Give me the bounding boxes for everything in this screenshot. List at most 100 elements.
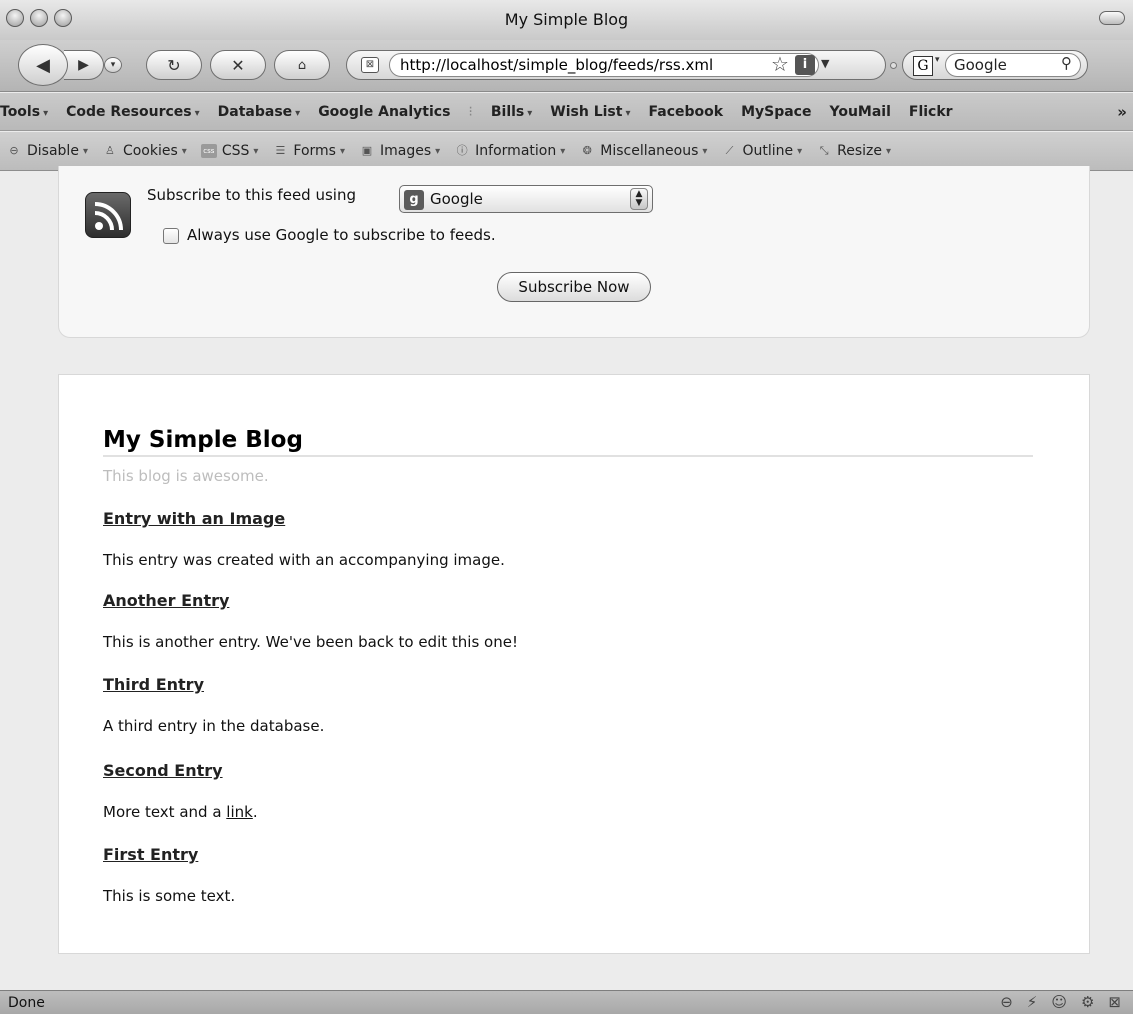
toolbar-toggle-button[interactable] xyxy=(1099,11,1125,25)
bookmark-tools[interactable]: Tools ▾ xyxy=(0,104,48,120)
dev-menu-css[interactable]: css CSS ▾ xyxy=(200,143,259,159)
validator-icon[interactable]: ⊠ xyxy=(1108,993,1121,1011)
images-icon: ▣ xyxy=(361,144,373,157)
status-text: Done xyxy=(8,995,45,1011)
home-icon: ⌂ xyxy=(297,57,307,73)
bookmark-star-icon[interactable]: ☆ xyxy=(771,52,789,76)
outline-icon: ⟋ xyxy=(725,144,734,157)
entry-body: This entry was created with an accompany… xyxy=(103,551,505,569)
bookmark-facebook[interactable]: Facebook xyxy=(649,104,724,120)
bookmark-google-analytics[interactable]: Google Analytics xyxy=(318,104,450,120)
chevron-down-icon: ▾ xyxy=(885,145,892,157)
page-content: Subscribe to this feed using g Google ▲ ▼… xyxy=(0,166,1133,990)
address-bar: ⊠ http://localhost/simple_blog/feeds/rss… xyxy=(346,50,886,80)
dev-menu-forms[interactable]: ☰ Forms ▾ xyxy=(272,143,345,159)
search-engine-icon[interactable]: G xyxy=(913,56,933,76)
entry-body: This is another entry. We've been back t… xyxy=(103,633,518,651)
home-button[interactable]: ⌂ xyxy=(274,50,330,80)
url-dropdown-icon[interactable]: ▼ xyxy=(821,57,829,70)
history-dropdown-button[interactable]: ▾ xyxy=(104,57,122,73)
info-icon[interactable]: i xyxy=(795,55,815,75)
chevron-down-icon: ▾ xyxy=(339,145,345,157)
chevron-down-icon: ▾ xyxy=(527,107,533,119)
forward-icon: ▶ xyxy=(78,57,89,73)
google-reader-icon: g xyxy=(404,190,424,210)
status-bar: Done ⊖ ⚡ ☺ ⚙ ⊠ xyxy=(0,990,1133,1014)
feed-title: My Simple Blog xyxy=(103,427,1033,457)
chevron-down-icon: ▾ xyxy=(82,145,88,157)
entry-title-link[interactable]: Another Entry xyxy=(103,591,229,610)
reload-button[interactable]: ↻ xyxy=(146,50,202,80)
entry-title-link[interactable]: First Entry xyxy=(103,845,198,864)
back-button[interactable]: ◀ xyxy=(18,44,68,86)
dev-menu-miscellaneous[interactable]: ❂ Miscellaneous ▾ xyxy=(579,143,708,159)
chevron-down-icon: ▾ xyxy=(110,60,116,70)
inline-link[interactable]: link xyxy=(226,803,253,821)
forward-button[interactable]: ▶ xyxy=(64,50,104,80)
information-icon: ⓘ xyxy=(456,144,468,157)
bookmark-wish-list[interactable]: Wish List ▾ xyxy=(550,104,630,120)
resize-icon: ⤡ xyxy=(819,144,829,157)
dev-menu-disable[interactable]: ⊖ Disable ▾ xyxy=(6,143,88,159)
back-icon: ◀ xyxy=(36,54,50,76)
bookmark-flickr[interactable]: Flickr xyxy=(909,104,953,120)
bookmark-code-resources[interactable]: Code Resources ▾ xyxy=(66,104,200,120)
feed-preview: My Simple Blog This blog is awesome. Ent… xyxy=(58,374,1090,954)
window-titlebar: My Simple Blog xyxy=(0,0,1133,40)
bookmark-separator: ⁝ xyxy=(468,103,473,120)
feed-subtitle: This blog is awesome. xyxy=(103,467,269,485)
bookmark-youmail[interactable]: YouMail xyxy=(829,104,890,120)
disable-status-icon[interactable]: ⊖ xyxy=(1000,993,1013,1011)
feed-subscribe-panel: Subscribe to this feed using g Google ▲ ▼… xyxy=(58,166,1090,338)
entry-title-link[interactable]: Third Entry xyxy=(103,675,204,694)
subscribe-now-button[interactable]: Subscribe Now xyxy=(497,272,651,302)
greasemonkey-icon[interactable]: ☺ xyxy=(1051,993,1067,1011)
entry-body: A third entry in the database. xyxy=(103,717,325,735)
search-icon[interactable]: ⚲ xyxy=(1061,54,1072,72)
miscellaneous-icon: ❂ xyxy=(582,144,592,157)
always-use-checkbox[interactable] xyxy=(163,228,179,244)
chevron-down-icon: ▾ xyxy=(295,107,301,119)
dev-menu-information[interactable]: ⓘ Information ▾ xyxy=(454,143,566,159)
chevron-down-icon: ▾ xyxy=(702,145,708,157)
firebug-icon[interactable]: ⚡ xyxy=(1027,993,1038,1011)
stop-icon: ✕ xyxy=(231,55,245,75)
bookmarks-toolbar: Tools ▾ Code Resources ▾ Database ▾ Google … xyxy=(0,93,1133,131)
resize-handle-icon[interactable] xyxy=(890,62,897,69)
rss-feed-icon xyxy=(85,192,131,238)
chevron-down-icon: ▾ xyxy=(253,145,259,157)
feed-reader-select[interactable]: g Google ▲ ▼ xyxy=(399,185,653,213)
dev-menu-resize[interactable]: ⤡ Resize ▾ xyxy=(816,143,891,159)
selected-reader: Google xyxy=(430,190,483,208)
subscribe-prompt: Subscribe to this feed using xyxy=(147,186,356,204)
stop-button[interactable]: ✕ xyxy=(210,50,266,80)
dev-menu-outline[interactable]: ⟋ Outline ▾ xyxy=(721,143,803,159)
site-icon: ⊠ xyxy=(361,57,379,73)
reload-icon: ↻ xyxy=(167,55,181,75)
select-arrows-icon: ▲ ▼ xyxy=(630,188,648,210)
disable-icon: ⊖ xyxy=(9,144,19,157)
chevron-down-icon: ▾ xyxy=(43,107,49,119)
chevron-down-icon: ▾ xyxy=(625,107,631,119)
entry-body: More text and a link. xyxy=(103,803,258,821)
status-icons: ⊖ ⚡ ☺ ⚙ ⊠ xyxy=(1000,993,1121,1011)
entry-title-link[interactable]: Entry with an Image xyxy=(103,509,285,528)
chevron-down-icon: ▾ xyxy=(435,145,441,157)
search-engine-caret-icon[interactable]: ▾ xyxy=(935,55,940,65)
forms-icon: ☰ xyxy=(275,144,286,157)
chevron-down-icon: ▾ xyxy=(560,145,566,157)
cookies-icon: ♙ xyxy=(105,144,115,157)
entry-body: This is some text. xyxy=(103,887,236,905)
bookmark-bills[interactable]: Bills ▾ xyxy=(491,104,532,120)
window-title: My Simple Blog xyxy=(504,10,629,29)
entry-title-link[interactable]: Second Entry xyxy=(103,761,223,780)
bookmark-myspace[interactable]: MySpace xyxy=(741,104,811,120)
url-input[interactable]: http://localhost/simple_blog/feeds/rss.x… xyxy=(389,53,819,77)
bookmark-database[interactable]: Database ▾ xyxy=(218,104,301,120)
chevron-down-icon: ▾ xyxy=(181,145,187,157)
more-bookmarks-icon[interactable]: » xyxy=(1117,103,1127,121)
dev-menu-cookies[interactable]: ♙ Cookies ▾ xyxy=(102,143,187,159)
dev-menu-images[interactable]: ▣ Images ▾ xyxy=(359,143,440,159)
extension-icon[interactable]: ⚙ xyxy=(1081,993,1094,1011)
navigation-toolbar: ▶ ◀ ▾ ↻ ✕ ⌂ ⊠ http://localhost/simple_bl… xyxy=(0,40,1133,92)
